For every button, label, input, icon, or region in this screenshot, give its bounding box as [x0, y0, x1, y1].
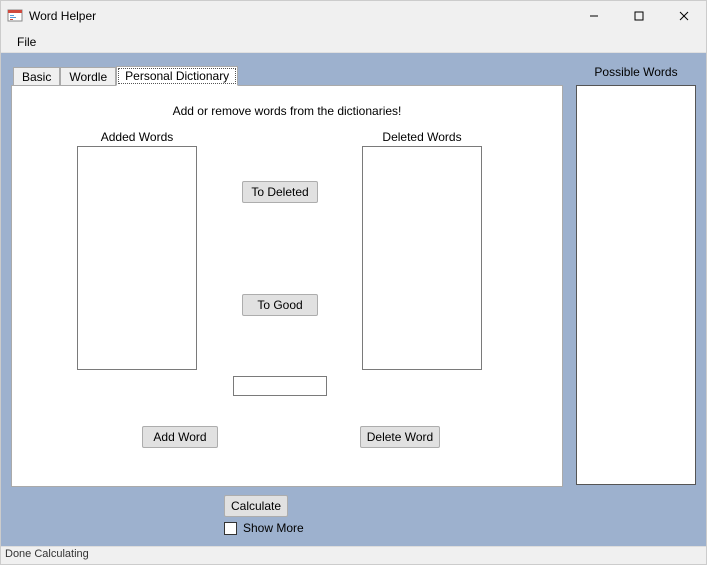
tab-basic[interactable]: Basic [13, 67, 60, 86]
to-good-button[interactable]: To Good [242, 294, 318, 316]
show-more-row: Show More [224, 521, 304, 535]
show-more-checkbox[interactable] [224, 522, 237, 535]
tab-page-personal: Add or remove words from the dictionarie… [11, 85, 563, 487]
deleted-words-label: Deleted Words [362, 130, 482, 144]
client-area: Basic Wordle Personal Dictionary Add or … [1, 53, 706, 546]
minimize-button[interactable] [571, 1, 616, 31]
menu-file[interactable]: File [9, 33, 44, 51]
deleted-words-listbox[interactable] [362, 146, 482, 370]
titlebar: Word Helper [1, 1, 706, 31]
tab-wordle[interactable]: Wordle [60, 67, 116, 86]
possible-words-listbox[interactable] [576, 85, 696, 485]
tab-personal-dictionary[interactable]: Personal Dictionary [116, 66, 238, 86]
menubar: File [1, 31, 706, 53]
instruction-label: Add or remove words from the dictionarie… [12, 104, 562, 118]
delete-word-button[interactable]: Delete Word [360, 426, 440, 448]
window-title: Word Helper [29, 9, 96, 23]
maximize-button[interactable] [616, 1, 661, 31]
window-controls [571, 1, 706, 31]
close-button[interactable] [661, 1, 706, 31]
status-text: Done Calculating [5, 548, 89, 560]
tab-control: Basic Wordle Personal Dictionary Add or … [11, 65, 563, 487]
status-bar: Done Calculating [1, 546, 706, 564]
added-words-label: Added Words [77, 130, 197, 144]
to-deleted-button[interactable]: To Deleted [242, 181, 318, 203]
calculate-button[interactable]: Calculate [224, 495, 288, 517]
tab-strip: Basic Wordle Personal Dictionary [11, 65, 563, 85]
app-icon [7, 8, 23, 24]
titlebar-left: Word Helper [7, 8, 96, 24]
added-words-listbox[interactable] [77, 146, 197, 370]
show-more-label: Show More [243, 521, 304, 535]
add-word-button[interactable]: Add Word [142, 426, 218, 448]
possible-words-label: Possible Words [576, 65, 696, 79]
word-entry-input[interactable] [233, 376, 327, 396]
